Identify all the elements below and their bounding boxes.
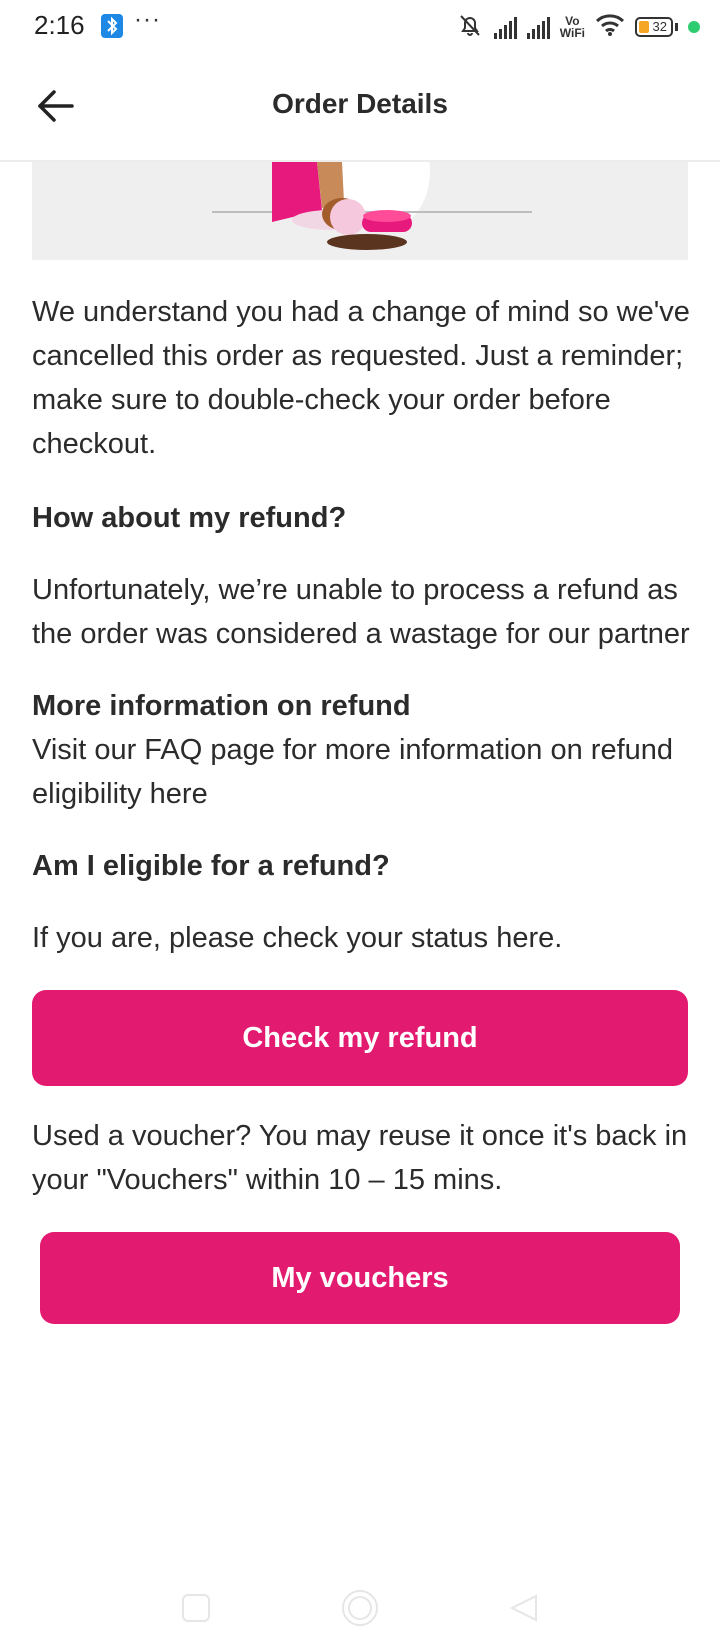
vowifi-bottom: WiFi — [559, 26, 585, 40]
voucher-message: Used a voucher? You may reuse it once it… — [32, 1120, 688, 1196]
more-info-heading: More information on refund — [32, 690, 411, 722]
refund-heading: How about my refund? — [32, 502, 347, 534]
check-refund-button[interactable]: Check my refund — [32, 990, 688, 1086]
eligibility-message: If you are, please check your status her… — [32, 922, 563, 954]
eligibility-heading: Am I eligible for a refund? — [32, 850, 390, 882]
home-icon[interactable] — [340, 1588, 380, 1633]
more-notifications-icon: ··· — [134, 6, 161, 33]
system-navigation-bar — [0, 1580, 720, 1650]
cancellation-message: We understand you had a change of mind s… — [32, 296, 690, 460]
wifi-icon — [595, 13, 625, 42]
silent-bell-icon — [456, 11, 484, 44]
privacy-indicator-dot — [688, 21, 700, 33]
order-cancelled-illustration — [32, 162, 688, 260]
signal-strength-icon-2 — [526, 15, 550, 39]
battery-level: 32 — [652, 19, 667, 34]
status-bar: 2:16 ··· Vo WiFi 32 — [0, 0, 720, 54]
app-header: Order Details — [0, 54, 720, 162]
signal-strength-icon — [493, 15, 517, 39]
order-cancellation-content: We understand you had a change of mind s… — [32, 296, 692, 1324]
faq-link-text[interactable]: Visit our FAQ page for more information … — [32, 728, 692, 816]
recent-apps-icon[interactable] — [180, 1592, 212, 1629]
back-triangle-icon[interactable] — [508, 1592, 540, 1629]
status-time: 2:16 — [34, 10, 85, 40]
refund-message: Unfortunately, we’re unable to process a… — [32, 574, 690, 650]
vowifi-indicator: Vo WiFi — [560, 15, 585, 39]
battery-icon: 32 — [635, 17, 673, 37]
bluetooth-icon — [101, 14, 123, 38]
page-title: Order Details — [272, 88, 448, 119]
my-vouchers-button[interactable]: My vouchers — [40, 1232, 680, 1324]
battery-cap — [675, 23, 678, 31]
